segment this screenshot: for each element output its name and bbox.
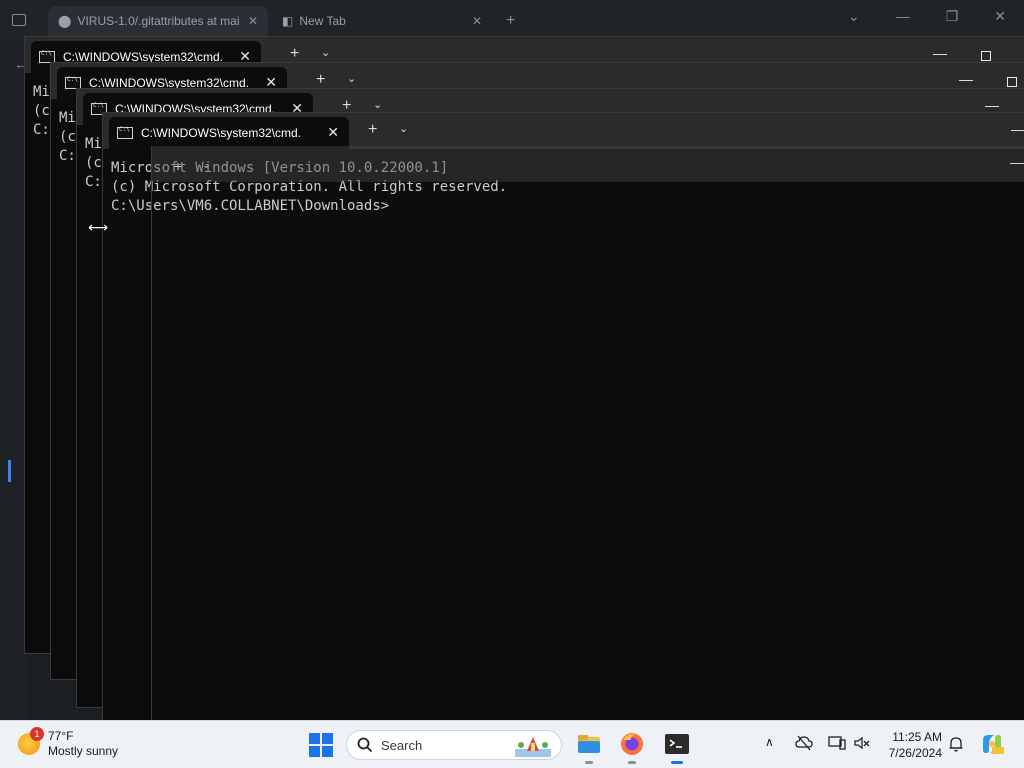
terminal-tabbar: C:\WINDOWS\system32\cmd. ✕ + ⌄ —	[103, 113, 1024, 149]
close-icon[interactable]: ✕	[994, 8, 1006, 25]
new-tab-button[interactable]: +	[506, 12, 515, 30]
weather-text: 77°F Mostly sunny	[48, 729, 118, 759]
clock-date: 7/26/2024	[888, 746, 942, 760]
terminal-output[interactable]: Microsoft Windows [Version 10.0.22000.1]…	[103, 149, 1024, 720]
minimize-icon: —	[1010, 154, 1024, 170]
close-icon[interactable]: ✕	[327, 124, 339, 141]
clock-time: 11:25 AM	[892, 730, 942, 744]
search-placeholder: Search	[381, 737, 423, 753]
copilot-icon[interactable]	[980, 732, 1004, 756]
ghost-window-edge	[151, 146, 152, 720]
bell-icon[interactable]	[948, 735, 964, 753]
maximize-icon[interactable]	[981, 51, 991, 61]
side-panel-accent	[8, 460, 11, 482]
terminal-prompt[interactable]: C:\Users\VM6.COLLABNET\Downloads>	[111, 197, 1024, 216]
display-icon[interactable]	[828, 735, 846, 751]
new-tab-button[interactable]: +	[316, 71, 325, 89]
github-icon: ⬤	[58, 14, 72, 28]
browser-tab-newtab[interactable]: ◧ New Tab ✕	[272, 6, 492, 36]
search-highlight-icon	[515, 737, 551, 757]
weather-condition: Mostly sunny	[48, 744, 119, 758]
browser-tab-label: New Tab	[299, 14, 346, 28]
minimize-icon[interactable]: —	[959, 71, 973, 87]
browser-window-controls: ⌄ — ❐ ✕	[848, 8, 1024, 25]
search-box[interactable]: Search	[346, 730, 562, 760]
desktop: ⬤ VIRUS-1.0/.gitattributes at mai ✕ ◧ Ne…	[0, 0, 1024, 720]
resize-horizontal-cursor-icon: ⟷	[88, 219, 109, 235]
terminal-window-active[interactable]: C:\WINDOWS\system32\cmd. ✕ + ⌄ — Microso…	[102, 112, 1024, 720]
chevron-down-icon[interactable]: ⌄	[347, 72, 356, 85]
firefox-icon[interactable]	[619, 731, 645, 764]
close-icon[interactable]: ✕	[248, 14, 258, 28]
browser-tabbar: ⬤ VIRUS-1.0/.gitattributes at mai ✕ ◧ Ne…	[0, 0, 1024, 40]
active-indicator	[671, 761, 683, 764]
terminal-tab-title: C:\WINDOWS\system32\cmd.	[141, 126, 302, 140]
close-icon[interactable]: ✕	[472, 14, 482, 28]
weather-widget[interactable]: 1 77°F Mostly sunny	[18, 727, 118, 759]
system-clock[interactable]: 11:25 AM 7/26/2024	[878, 729, 942, 761]
speaker-muted-icon[interactable]	[853, 735, 871, 751]
browser-tab-github[interactable]: ⬤ VIRUS-1.0/.gitattributes at mai ✕	[48, 6, 268, 36]
ghost-window-tabbar: + ⌄ —	[152, 146, 1024, 182]
newtab-icon: ◧	[282, 14, 294, 28]
minimize-icon[interactable]: —	[896, 8, 910, 25]
terminal-icon[interactable]	[664, 731, 690, 764]
sun-icon: 1	[18, 727, 44, 755]
new-tab-button: +	[174, 158, 183, 174]
file-explorer-icon[interactable]	[576, 731, 602, 764]
minimize-icon[interactable]: —	[1011, 121, 1024, 137]
running-indicator	[628, 761, 636, 764]
restore-icon[interactable]: ❐	[946, 8, 959, 25]
chevron-down-icon[interactable]: ⌄	[321, 46, 330, 59]
notification-badge: 1	[30, 727, 44, 741]
minimize-icon[interactable]: —	[985, 97, 999, 113]
windows-start-icon[interactable]	[309, 733, 333, 757]
new-tab-button[interactable]: +	[368, 121, 377, 139]
browser-side-panel	[0, 40, 26, 720]
terminal-tab[interactable]: C:\WINDOWS\system32\cmd. ✕	[109, 117, 349, 149]
chevron-down-icon[interactable]: ⌄	[848, 8, 860, 25]
running-indicator	[585, 761, 593, 764]
minimize-icon[interactable]: —	[933, 45, 947, 61]
search-icon	[357, 737, 373, 753]
chevron-up-icon[interactable]: ∧	[765, 735, 774, 749]
new-tab-button[interactable]: +	[290, 45, 299, 63]
weather-temp: 77°F	[48, 729, 74, 743]
taskbar: 1 77°F Mostly sunny Search ∧ 11:25 AM 7/…	[0, 720, 1024, 768]
chevron-down-icon: ⌄	[202, 160, 211, 171]
browser-tab-label: VIRUS-1.0/.gitattributes at mai	[77, 14, 240, 28]
cmd-icon	[117, 126, 133, 139]
chevron-down-icon[interactable]: ⌄	[373, 98, 382, 111]
sidebar-toggle-icon[interactable]	[12, 14, 26, 26]
chevron-down-icon[interactable]: ⌄	[399, 122, 408, 135]
maximize-icon[interactable]	[1007, 77, 1017, 87]
onedrive-offline-icon[interactable]	[795, 735, 813, 751]
